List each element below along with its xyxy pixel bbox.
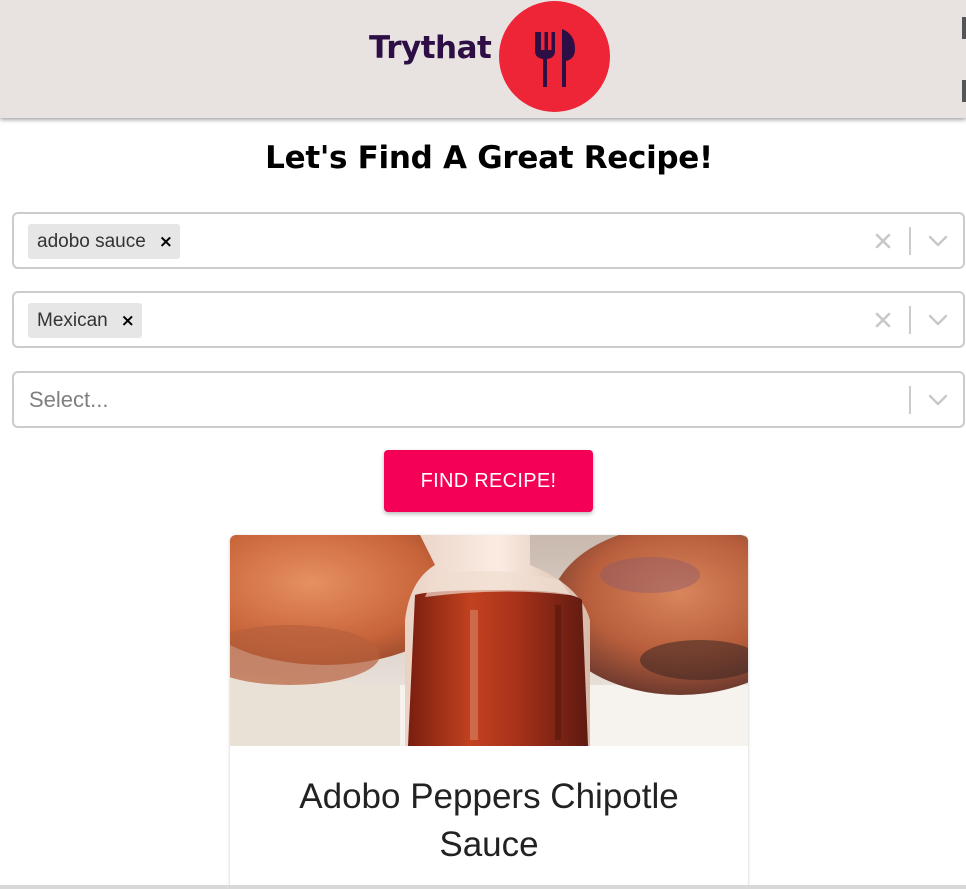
chip-remove-icon[interactable]: × [156, 224, 180, 259]
header-edge-mark [962, 80, 966, 102]
clear-icon[interactable] [870, 306, 896, 334]
recipe-image[interactable] [230, 535, 748, 746]
chip-remove-icon[interactable]: × [118, 303, 142, 338]
brand-name[interactable]: Trythat [369, 30, 492, 66]
clear-icon[interactable] [870, 227, 896, 255]
brand-logo[interactable] [499, 1, 610, 112]
indicator-separator [909, 227, 911, 255]
recipe-title[interactable]: Adobo Peppers Chipotle Sauce [230, 773, 748, 869]
selected-chip: adobo sauce × [28, 224, 180, 259]
indicator-separator [909, 386, 911, 414]
cuisine-select[interactable]: Mexican × [12, 291, 965, 348]
chevron-down-icon[interactable] [924, 306, 952, 334]
fork-and-knife-icon [535, 29, 575, 87]
header-edge-mark [962, 17, 966, 39]
selected-chip: Mexican × [28, 303, 142, 338]
page-title: Let's Find A Great Recipe! [265, 140, 713, 176]
select-placeholder: Select... [29, 387, 109, 412]
recipe-card[interactable]: Adobo Peppers Chipotle Sauce [230, 535, 748, 889]
chevron-down-icon[interactable] [924, 386, 952, 414]
third-select[interactable]: Select... [12, 371, 965, 428]
chip-label: adobo sauce [37, 230, 146, 252]
chevron-down-icon[interactable] [924, 227, 952, 255]
window-bottom-edge [0, 885, 966, 889]
indicator-separator [909, 306, 911, 334]
chip-label: Mexican [37, 309, 108, 331]
find-recipe-button[interactable]: FIND RECIPE! [384, 450, 593, 512]
ingredients-select[interactable]: adobo sauce × [12, 212, 965, 269]
app-header: Trythat [0, 0, 966, 118]
